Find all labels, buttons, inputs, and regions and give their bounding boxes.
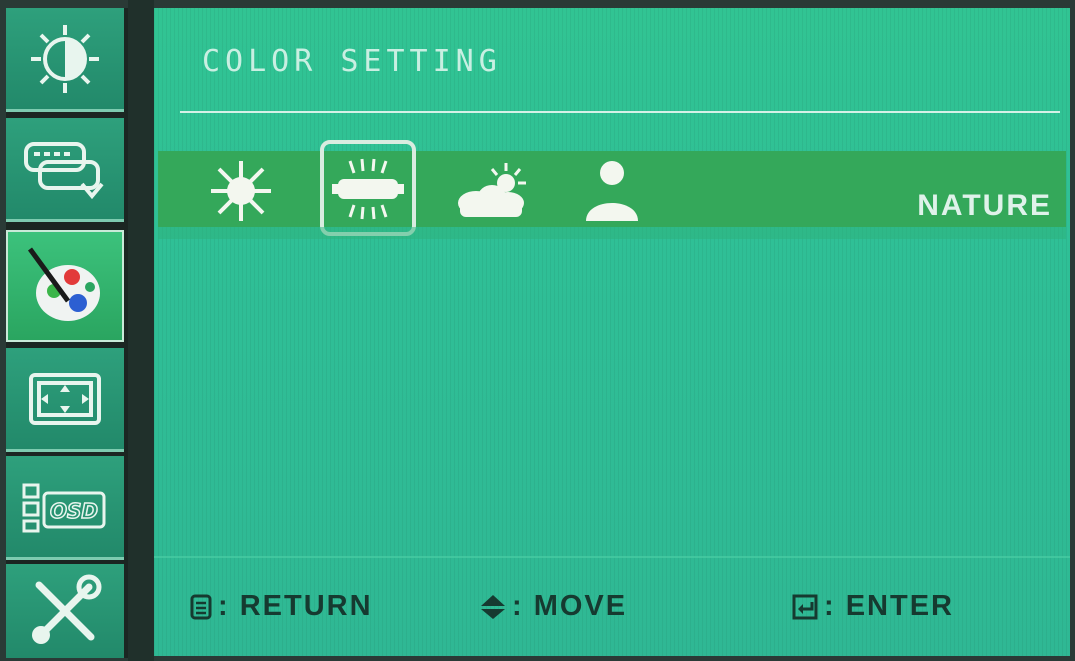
- sun-icon[interactable]: [206, 161, 276, 221]
- sidebar-item-tools[interactable]: [6, 564, 124, 658]
- tools-icon: [32, 574, 102, 644]
- brightness-contrast-icon: [31, 24, 99, 93]
- page-title: COLOR SETTING: [202, 44, 502, 79]
- return-label: : RETURN: [218, 590, 373, 622]
- enter-icon: [792, 594, 818, 619]
- fluorescent-lamp-icon[interactable]: [332, 157, 404, 221]
- sidebar-item-position[interactable]: [6, 348, 124, 452]
- sidebar-item-input[interactable]: [6, 118, 124, 222]
- svg-text:OSD: OSD: [50, 499, 98, 523]
- sidebar-item-osd[interactable]: OSD: [6, 456, 124, 560]
- sidebar-item-color[interactable]: [6, 230, 124, 342]
- menu-icon: [190, 594, 212, 619]
- mode-row-shadow: [158, 227, 1066, 239]
- enter-label: : ENTER: [824, 590, 954, 622]
- color-setting-panel: COLOR SETTING NATURE: RETURN: MOVE: E…: [154, 8, 1070, 656]
- osd-sidebar: OSD: [6, 8, 128, 658]
- current-mode-label: NATURE: [917, 189, 1052, 222]
- sidebar-item-brightness[interactable]: [6, 8, 124, 112]
- cloudy-sun-icon[interactable]: [454, 161, 534, 221]
- title-divider: [180, 111, 1060, 113]
- enter-hint: : ENTER: [792, 590, 954, 623]
- input-source-icon: [24, 141, 104, 199]
- user-icon[interactable]: [584, 159, 640, 221]
- return-hint: : RETURN: [190, 590, 373, 623]
- image-position-icon: [29, 372, 101, 425]
- color-palette-icon: [27, 247, 100, 321]
- move-label: : MOVE: [512, 590, 628, 622]
- bezel-gap: [128, 0, 154, 661]
- up-down-arrows-icon: [481, 594, 505, 619]
- color-mode-row: NATURE: [158, 140, 1066, 236]
- footer-divider: [154, 556, 1070, 558]
- move-hint: : MOVE: [480, 590, 627, 623]
- osd-setup-icon: OSD: [22, 483, 106, 532]
